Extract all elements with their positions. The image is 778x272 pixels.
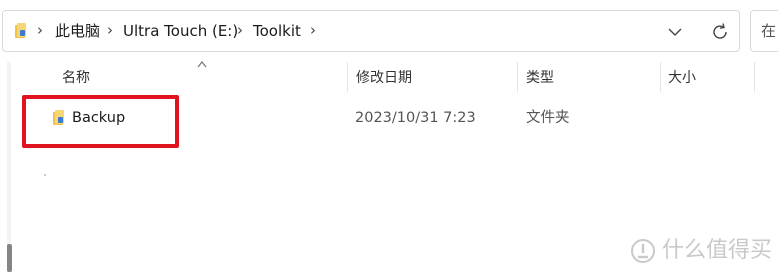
search-input[interactable]: 在	[750, 10, 778, 52]
scrollbar-track[interactable]	[7, 62, 11, 272]
highlight-annotation-box	[22, 95, 179, 148]
file-modified-date: 2023/10/31 7:23	[355, 110, 476, 126]
column-header-type[interactable]: 类型	[526, 66, 554, 90]
column-header-name[interactable]: 名称	[62, 66, 90, 90]
watermark-text: 什么值得买	[661, 238, 772, 263]
file-type: 文件夹	[526, 110, 570, 126]
folder-icon	[15, 23, 26, 38]
refresh-icon[interactable]	[709, 21, 731, 43]
chevron-right-icon[interactable]: ›	[37, 20, 47, 40]
breadcrumb-item-this-pc[interactable]: 此电脑	[55, 21, 100, 41]
chevron-right-icon[interactable]: ›	[107, 20, 117, 40]
chevron-right-icon[interactable]: ›	[237, 20, 247, 40]
column-divider[interactable]	[347, 62, 348, 92]
sort-ascending-icon	[197, 61, 207, 68]
breadcrumb-item-drive[interactable]: Ultra Touch (E:)	[123, 21, 238, 41]
divider-dot	[44, 174, 46, 176]
chevron-right-icon[interactable]: ›	[310, 20, 320, 40]
column-divider[interactable]	[517, 62, 518, 92]
column-header-modified[interactable]: 修改日期	[356, 66, 412, 90]
watermark-logo-icon	[630, 239, 655, 263]
chevron-down-icon[interactable]	[666, 23, 684, 41]
breadcrumb-item-toolkit[interactable]: Toolkit	[253, 21, 301, 41]
file-explorer-window: › 此电脑 › Ultra Touch (E:) › Toolkit › 在 名…	[0, 0, 778, 272]
watermark: 什么值得买	[630, 238, 772, 264]
column-divider[interactable]	[660, 62, 661, 92]
address-bar[interactable]: › 此电脑 › Ultra Touch (E:) › Toolkit ›	[2, 10, 740, 52]
search-placeholder: 在	[761, 22, 777, 40]
scrollbar-thumb[interactable]	[7, 244, 12, 272]
column-header-size[interactable]: 大小	[668, 66, 696, 90]
column-divider[interactable]	[754, 62, 755, 92]
